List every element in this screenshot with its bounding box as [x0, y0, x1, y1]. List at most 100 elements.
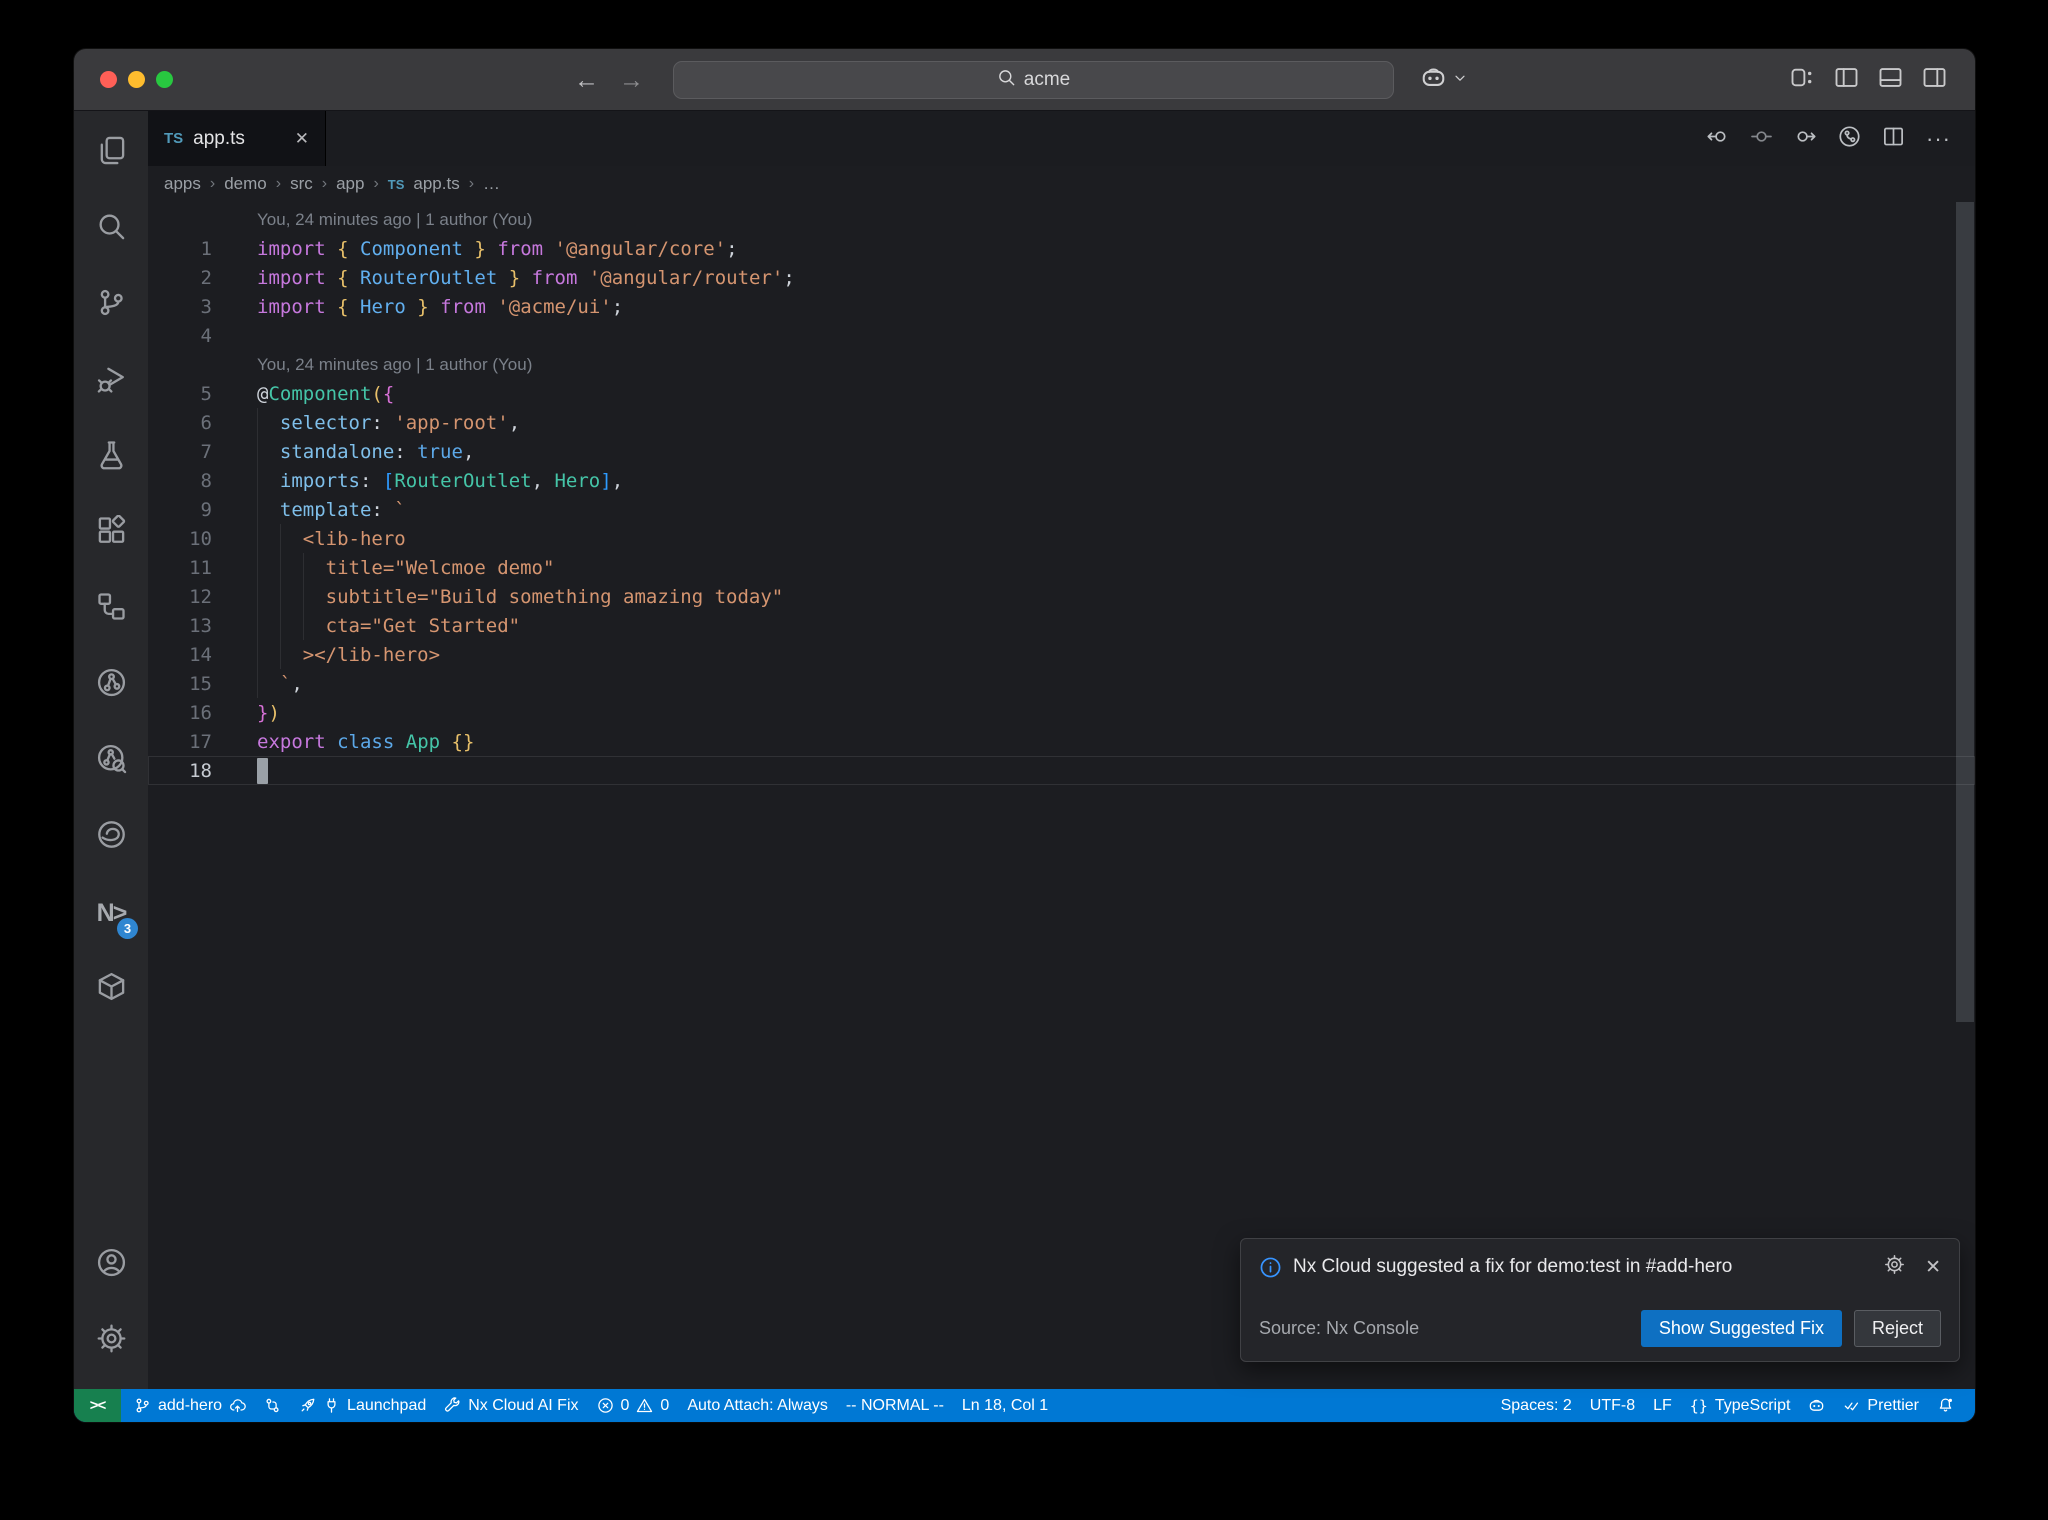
git-compare-icon	[264, 1397, 281, 1414]
indent-guide	[257, 408, 258, 437]
activity-bar-item-testing[interactable]	[74, 419, 148, 495]
code-line[interactable]: 8 imports: [RouterOutlet, Hero],	[148, 466, 1975, 495]
customize-layout-icon	[1790, 68, 1815, 94]
git-compare-status[interactable]	[255, 1389, 290, 1422]
language-status[interactable]: {} TypeScript	[1681, 1389, 1800, 1422]
code-line[interactable]: 16})	[148, 698, 1975, 727]
activity-bar-item-nx-console[interactable]: N> 3	[74, 875, 148, 951]
toggle-secondary-sidebar-button[interactable]	[1922, 65, 1947, 95]
activity-bar-item-edge-tools[interactable]	[74, 799, 148, 875]
back-arrow-icon[interactable]: ←	[574, 66, 599, 95]
breadcrumb-item-demo[interactable]: demo	[224, 174, 267, 194]
eol-status[interactable]: LF	[1644, 1389, 1681, 1422]
code-line[interactable]: 9 template: `	[148, 495, 1975, 524]
run-graph-button[interactable]	[1838, 125, 1861, 153]
activity-bar-item-manage-settings[interactable]	[74, 1303, 148, 1379]
editor-actions: ···	[1706, 111, 1951, 166]
breadcrumb-item-apps[interactable]: apps	[164, 174, 201, 194]
copilot-status[interactable]	[1799, 1389, 1834, 1422]
activity-bar-item-explorer[interactable]	[74, 115, 148, 191]
indentation-status[interactable]: Spaces: 2	[1492, 1389, 1581, 1422]
tab-app-ts[interactable]: TS app.ts ✕	[148, 111, 326, 166]
customize-layout-button[interactable]	[1790, 65, 1815, 95]
toggle-panel-button[interactable]	[1878, 65, 1903, 95]
search-icon	[96, 211, 127, 247]
copilot-icon	[1808, 1397, 1825, 1414]
remote-indicator[interactable]: ><	[74, 1389, 121, 1422]
activity-bar-item-run-and-debug[interactable]	[74, 343, 148, 419]
toggle-secondary-sidebar-icon	[1922, 68, 1947, 94]
breadcrumb-item-app[interactable]: app	[336, 174, 364, 194]
breadcrumb-symbol-path[interactable]: …	[483, 174, 500, 194]
code-line[interactable]: 11 title="Welcmoe demo"	[148, 553, 1975, 582]
code-line[interactable]: 7 standalone: true,	[148, 437, 1975, 466]
split-editor-button[interactable]	[1882, 125, 1905, 153]
code-line[interactable]: 5 @Component({	[148, 379, 1975, 408]
notification-close-icon[interactable]: ✕	[1925, 1256, 1941, 1279]
beaker-icon	[96, 439, 127, 475]
problems-status[interactable]: 00	[588, 1389, 679, 1422]
typescript-file-icon: TS	[164, 130, 184, 147]
activity-bar-item-project-diagram[interactable]	[74, 571, 148, 647]
toggle-sidebar-button[interactable]	[1834, 65, 1859, 95]
close-tab-icon[interactable]: ✕	[295, 129, 309, 149]
vim-mode-status[interactable]: -- NORMAL --	[837, 1389, 953, 1422]
indent-guide	[279, 582, 281, 611]
activity-bar-item-git-graph[interactable]	[74, 647, 148, 723]
activity-bar-item-containers[interactable]	[74, 951, 148, 1027]
more-actions-button[interactable]: ···	[1926, 126, 1951, 152]
notification-settings-gear-icon[interactable]	[1884, 1254, 1905, 1280]
chevron-right-icon: ›	[373, 175, 379, 192]
branch-status[interactable]: add-hero	[125, 1389, 255, 1422]
activity-bar-item-gitlens-inspect[interactable]	[74, 723, 148, 799]
breadcrumb-item-src[interactable]: src	[290, 174, 313, 194]
code-editor[interactable]: You, 24 minutes ago | 1 author (You) 1 imp…	[148, 202, 1975, 1389]
code-line[interactable]: 13 cta="Get Started"	[148, 611, 1975, 640]
launchpad-status[interactable]: Launchpad	[290, 1389, 435, 1422]
show-suggested-fix-button[interactable]: Show Suggested Fix	[1640, 1310, 1842, 1347]
desktop-background: ← → acme N> 3 TS app.ts ✕ ··· apps › dem…	[0, 0, 2048, 1520]
nav-current-button[interactable]	[1750, 125, 1773, 153]
code-line[interactable]: 14 ></lib-hero>	[148, 640, 1975, 669]
circle-graph-search-icon	[96, 743, 127, 779]
formatter-status[interactable]: Prettier	[1834, 1389, 1928, 1422]
code-line[interactable]: 12 subtitle="Build something amazing tod…	[148, 582, 1975, 611]
nav-back-button[interactable]	[1706, 125, 1729, 153]
reject-button[interactable]: Reject	[1853, 1310, 1941, 1347]
indent-guide	[302, 582, 304, 611]
indent-guide	[257, 437, 258, 466]
breadcrumb-item-file[interactable]: app.ts	[413, 174, 459, 194]
encoding-status[interactable]: UTF-8	[1581, 1389, 1644, 1422]
code-line[interactable]: 2 import { RouterOutlet } from '@angular/…	[148, 263, 1975, 292]
nx-cloud-ai-fix-status[interactable]: Nx Cloud AI Fix	[435, 1389, 587, 1422]
code-text: <lib-hero	[302, 527, 406, 550]
code-line[interactable]: 10 <lib-hero	[148, 524, 1975, 553]
minimize-window-button[interactable]	[128, 71, 145, 88]
command-center-search[interactable]: acme	[673, 61, 1394, 99]
code-text	[238, 757, 268, 784]
notifications-status[interactable]	[1928, 1389, 1963, 1422]
activity-bar-item-extensions[interactable]	[74, 495, 148, 571]
line-number: 6	[200, 411, 212, 434]
line-number: 10	[189, 527, 212, 550]
activity-bar-item-search[interactable]	[74, 191, 148, 267]
activity-bar-item-accounts[interactable]	[74, 1227, 148, 1303]
cursor-position-status[interactable]: Ln 18, Col 1	[953, 1389, 1057, 1422]
activity-bar-item-source-control[interactable]	[74, 267, 148, 343]
copilot-menu[interactable]	[1420, 49, 1468, 111]
code-line[interactable]: 6 selector: 'app-root',	[148, 408, 1975, 437]
zoom-window-button[interactable]	[156, 71, 173, 88]
code-line[interactable]: 18	[148, 756, 1975, 785]
cloud-upload-icon	[229, 1397, 246, 1414]
nav-forward-button[interactable]	[1794, 125, 1817, 153]
auto-attach-status[interactable]: Auto Attach: Always	[678, 1389, 837, 1422]
close-window-button[interactable]	[100, 71, 117, 88]
code-line[interactable]: 1 import { Component } from '@angular/cor…	[148, 234, 1975, 263]
code-line[interactable]: 3 import { Hero } from '@acme/ui';	[148, 292, 1975, 321]
window-controls	[100, 71, 173, 88]
indent-guide	[302, 553, 304, 582]
code-line[interactable]: 17 export class App {}	[148, 727, 1975, 756]
forward-arrow-icon[interactable]: →	[619, 66, 644, 95]
code-line[interactable]: 15 `,	[148, 669, 1975, 698]
code-line[interactable]: 4	[148, 321, 1975, 350]
